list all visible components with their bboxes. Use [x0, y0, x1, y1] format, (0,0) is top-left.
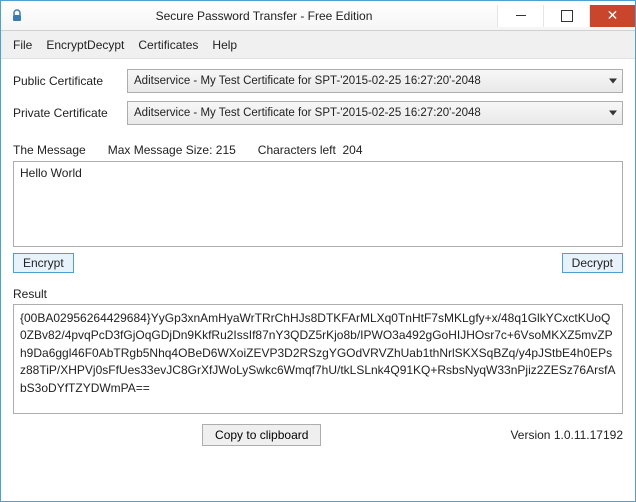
maximize-button[interactable] [543, 5, 589, 27]
action-row: Encrypt Decrypt [13, 253, 623, 273]
menu-file[interactable]: File [13, 38, 32, 52]
max-size-value: 215 [216, 143, 236, 157]
close-button[interactable]: ✕ [589, 5, 635, 27]
chevron-down-icon [609, 79, 617, 84]
window-title: Secure Password Transfer - Free Edition [31, 9, 497, 23]
encrypt-button[interactable]: Encrypt [13, 253, 74, 273]
max-size-group: Max Message Size: 215 [108, 143, 236, 157]
version-text: Version 1.0.11.17192 [510, 428, 623, 442]
decrypt-button[interactable]: Decrypt [562, 253, 623, 273]
copy-button[interactable]: Copy to clipboard [202, 424, 321, 446]
message-label: The Message [13, 143, 86, 157]
message-header: The Message Max Message Size: 215 Charac… [13, 143, 623, 157]
chars-left-group: Characters left 204 [258, 143, 363, 157]
public-cert-dropdown[interactable]: Aditservice - My Test Certificate for SP… [127, 69, 623, 93]
public-cert-label: Public Certificate [13, 74, 119, 88]
menu-encrypt-decrypt[interactable]: EncryptDecypt [46, 38, 124, 52]
public-cert-value: Aditservice - My Test Certificate for SP… [134, 75, 481, 87]
private-cert-label: Private Certificate [13, 106, 119, 120]
menu-bar: File EncryptDecypt Certificates Help [1, 31, 635, 59]
content-area: Public Certificate Aditservice - My Test… [1, 59, 635, 501]
message-input[interactable]: Hello World [13, 161, 623, 247]
minimize-button[interactable] [497, 5, 543, 27]
chevron-down-icon [609, 111, 617, 116]
title-bar: Secure Password Transfer - Free Edition … [1, 1, 635, 31]
result-label: Result [13, 287, 623, 301]
result-output[interactable]: {00BA02956264429684}YyGp3xnAmHyaWrTRrChH… [13, 304, 623, 414]
chars-left-value: 204 [343, 143, 363, 157]
public-cert-row: Public Certificate Aditservice - My Test… [13, 69, 623, 93]
app-window: Secure Password Transfer - Free Edition … [0, 0, 636, 502]
app-icon [9, 8, 25, 24]
footer: Copy to clipboard Version 1.0.11.17192 [13, 424, 623, 446]
menu-help[interactable]: Help [212, 38, 237, 52]
private-cert-dropdown[interactable]: Aditservice - My Test Certificate for SP… [127, 101, 623, 125]
private-cert-value: Aditservice - My Test Certificate for SP… [134, 107, 481, 119]
menu-certificates[interactable]: Certificates [138, 38, 198, 52]
window-controls: ✕ [497, 5, 635, 27]
private-cert-row: Private Certificate Aditservice - My Tes… [13, 101, 623, 125]
